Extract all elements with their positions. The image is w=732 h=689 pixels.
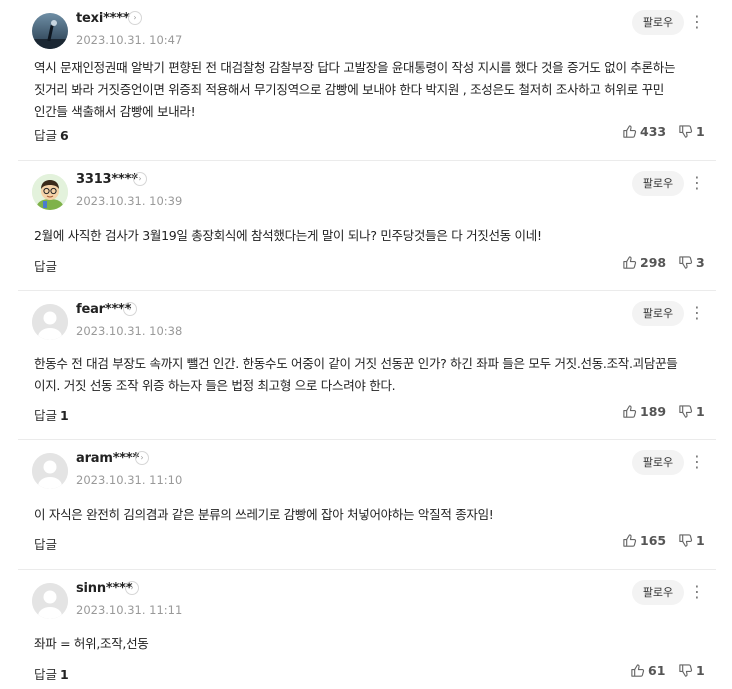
- follow-button[interactable]: 팔로우: [632, 580, 684, 605]
- comment-item: fear**** › 2023.10.31. 10:38 팔로우 ⋮ 한동수 전…: [18, 291, 716, 440]
- like-button[interactable]: 61: [630, 663, 665, 678]
- reply-label: 답글: [34, 667, 58, 682]
- thumbs-down-icon: [679, 256, 693, 269]
- dislike-count: 3: [696, 255, 705, 270]
- comment-date: 2023.10.31. 11:11: [76, 603, 183, 617]
- dislike-count: 1: [696, 404, 705, 419]
- more-options-icon[interactable]: ⋮: [689, 12, 705, 32]
- thumbs-up-icon: [631, 664, 645, 677]
- avatar[interactable]: [32, 13, 68, 49]
- comment-date: 2023.10.31. 10:38: [76, 324, 183, 338]
- like-count: 298: [640, 255, 667, 270]
- chevron-right-icon[interactable]: ›: [133, 172, 147, 186]
- reply-label: 답글: [34, 259, 58, 274]
- more-options-icon[interactable]: ⋮: [689, 582, 705, 602]
- like-count: 165: [640, 533, 667, 548]
- chevron-right-icon[interactable]: ›: [135, 451, 149, 465]
- reply-button[interactable]: 답글 1: [34, 405, 69, 424]
- like-count: 61: [648, 663, 666, 678]
- thumbs-down-icon: [679, 534, 693, 547]
- dislike-button[interactable]: 3: [678, 255, 705, 270]
- avatar[interactable]: [32, 304, 68, 340]
- reply-label: 답글: [34, 537, 58, 552]
- reply-button[interactable]: 답글 6: [34, 125, 69, 144]
- nickname[interactable]: aram****: [76, 451, 139, 466]
- dislike-count: 1: [696, 533, 705, 548]
- thumbs-up-icon: [623, 405, 637, 418]
- follow-button[interactable]: 팔로우: [632, 10, 684, 35]
- follow-button[interactable]: 팔로우: [632, 171, 684, 196]
- reply-button[interactable]: 답글 1: [34, 664, 69, 683]
- dislike-count: 1: [696, 663, 705, 678]
- avatar[interactable]: [32, 174, 68, 210]
- comment-body: 이 자식은 완전히 김의겸과 같은 분류의 쓰레기로 감빵에 잡아 처넣어야하는…: [34, 507, 494, 522]
- comment-date: 2023.10.31. 10:39: [76, 194, 183, 208]
- like-button[interactable]: 165: [622, 533, 666, 548]
- nickname[interactable]: 3313****: [76, 172, 138, 187]
- chevron-right-icon[interactable]: ›: [123, 302, 137, 316]
- more-options-icon[interactable]: ⋮: [689, 173, 705, 193]
- dislike-button[interactable]: 1: [678, 663, 705, 678]
- thumbs-down-icon: [679, 125, 693, 138]
- thumbs-down-icon: [679, 405, 693, 418]
- dislike-button[interactable]: 1: [678, 124, 705, 139]
- like-button[interactable]: 189: [622, 404, 666, 419]
- avatar[interactable]: [32, 453, 68, 489]
- like-count: 433: [640, 124, 667, 139]
- nickname[interactable]: sinn****: [76, 581, 133, 596]
- comment-date: 2023.10.31. 10:47: [76, 33, 183, 47]
- comment-body: 한동수 전 대검 부장도 속까지 뺄건 인간. 한동수도 어중이 같이 거짓 선…: [34, 356, 678, 393]
- reply-button[interactable]: 답글: [34, 534, 60, 553]
- more-options-icon[interactable]: ⋮: [689, 452, 705, 472]
- nickname[interactable]: texi****: [76, 11, 130, 26]
- thumbs-down-icon: [679, 664, 693, 677]
- like-button[interactable]: 433: [622, 124, 666, 139]
- dislike-button[interactable]: 1: [678, 533, 705, 548]
- more-options-icon[interactable]: ⋮: [689, 303, 705, 323]
- dislike-count: 1: [696, 124, 705, 139]
- reply-count: 1: [60, 667, 69, 682]
- reply-button[interactable]: 답글: [34, 256, 60, 275]
- dislike-button[interactable]: 1: [678, 404, 705, 419]
- chevron-right-icon[interactable]: ›: [125, 581, 139, 595]
- comment-date: 2023.10.31. 11:10: [76, 473, 183, 487]
- follow-button[interactable]: 팔로우: [632, 301, 684, 326]
- comment-body: 2월에 사직한 검사가 3월19일 총장회식에 참석했다는게 말이 되나? 민주…: [34, 228, 542, 243]
- comment-body: 좌파 = 허위,조작,선동: [34, 636, 149, 651]
- thumbs-up-icon: [623, 256, 637, 269]
- reply-count: 6: [60, 128, 69, 143]
- like-button[interactable]: 298: [622, 255, 666, 270]
- avatar[interactable]: [32, 583, 68, 619]
- thumbs-up-icon: [623, 125, 637, 138]
- chevron-right-icon[interactable]: ›: [128, 11, 142, 25]
- reply-label: 답글: [34, 128, 58, 143]
- reply-label: 답글: [34, 408, 58, 423]
- like-count: 189: [640, 404, 667, 419]
- comment-body: 역시 문재인정권때 알박기 편향된 전 대검찰청 감찰부장 답다 고발장을 윤대…: [34, 60, 676, 119]
- reply-count: 1: [60, 408, 69, 423]
- follow-button[interactable]: 팔로우: [632, 450, 684, 475]
- comment-item: 3313**** › 2023.10.31. 10:39 팔로우 ⋮ 2월에 사…: [18, 161, 716, 291]
- comment-item: aram**** › 2023.10.31. 11:10 팔로우 ⋮ 이 자식은…: [18, 440, 716, 570]
- comment-item: sinn**** › 2023.10.31. 11:11 팔로우 ⋮ 좌파 = …: [18, 570, 716, 689]
- thumbs-up-icon: [623, 534, 637, 547]
- comment-item: texi**** › 2023.10.31. 10:47 팔로우 ⋮ 역시 문재…: [18, 0, 716, 161]
